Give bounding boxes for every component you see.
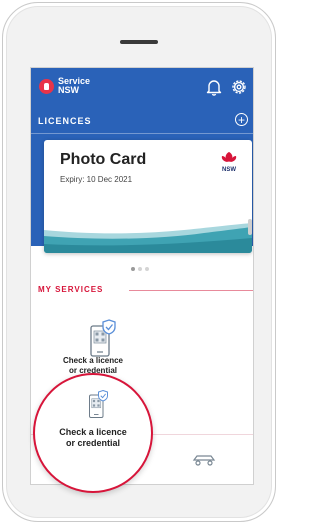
service-nsw-logo-icon (39, 79, 54, 94)
phone-check-icon (90, 319, 116, 357)
check-licence-service-tile[interactable]: Check a licence or credential (49, 318, 129, 378)
gear-icon[interactable] (230, 78, 248, 96)
top-bar: Service NSW (31, 68, 253, 108)
carousel-dot-1[interactable] (131, 267, 135, 271)
brand-name: Service NSW (58, 77, 108, 95)
carousel-dot-3[interactable] (145, 267, 149, 271)
licences-section-title: LICENCES (38, 116, 92, 126)
bell-icon[interactable] (206, 78, 222, 96)
card-scroll-indicator (248, 219, 252, 235)
carousel-pagination[interactable] (131, 258, 161, 271)
services-section-title: MY SERVICES (38, 285, 104, 294)
car-icon (192, 455, 216, 466)
brand-line-2: NSW (58, 85, 79, 95)
zoom-label-line-2: or credential (65, 438, 121, 448)
plus-circle-icon[interactable]: + (235, 113, 248, 126)
card-title: Photo Card (60, 151, 147, 168)
phone-frame: Service NSW LICENCES + Photo Card Expiry… (2, 2, 276, 522)
zoom-callout[interactable]: Check a licence or credential (33, 373, 153, 493)
zoom-label-line-1: Check a licence (59, 427, 127, 437)
service-label-line-1: Check a licence (62, 356, 124, 365)
nsw-waratah-logo-icon: NSW (221, 152, 236, 173)
card-expiry: Expiry: 10 Dec 2021 (60, 175, 133, 184)
services-divider (129, 290, 253, 291)
card-wave-graphic (44, 223, 252, 253)
header-divider (31, 133, 253, 134)
phone-speaker (120, 40, 158, 44)
zoom-callout-label: Check a licence or credential (35, 427, 151, 449)
licence-card[interactable]: Photo Card Expiry: 10 Dec 2021 NSW (44, 140, 252, 253)
phone-check-icon (89, 389, 108, 418)
carousel-dot-2[interactable] (138, 267, 142, 271)
nsw-logo-text: NSW (222, 167, 236, 173)
